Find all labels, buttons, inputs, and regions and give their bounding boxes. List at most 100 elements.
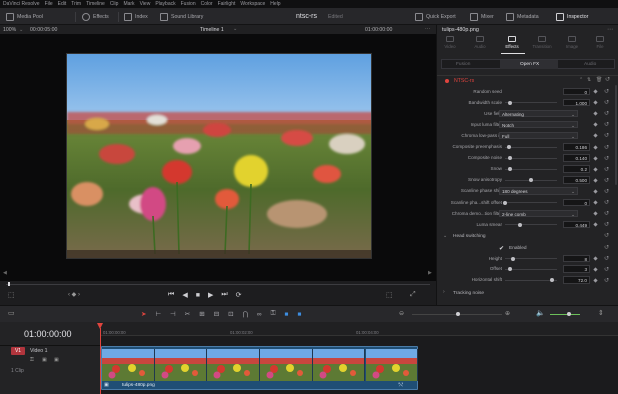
keyframe-icon[interactable]: [593, 144, 598, 150]
scrubber-handle[interactable]: [8, 282, 10, 286]
zoom-in-icon[interactable]: ⊕: [505, 310, 510, 317]
reset-icon[interactable]: ↺: [604, 210, 609, 217]
param-slider[interactable]: [505, 157, 557, 159]
reset-icon[interactable]: ↺: [604, 266, 609, 273]
param-slider-knob[interactable]: [508, 100, 513, 105]
reset-icon[interactable]: ↺: [604, 132, 609, 139]
effect-header[interactable]: NTSC-rs ⌃ ⇅ 🗑 ↺: [437, 75, 618, 85]
param-value-field[interactable]: 0.186: [563, 143, 590, 151]
param-value-field[interactable]: 0: [563, 198, 590, 206]
menu-item[interactable]: DaVinci Resolve: [3, 1, 40, 7]
keyframe-icon[interactable]: [593, 267, 598, 272]
param-dropdown[interactable]: Alternating ⌄: [499, 109, 578, 118]
param-slider-knob[interactable]: [517, 222, 522, 227]
inspector-button[interactable]: Inspector: [556, 11, 588, 22]
audio-meter-icon[interactable]: ⇕: [598, 309, 604, 317]
param-slider-knob[interactable]: [508, 156, 513, 161]
param-slider[interactable]: [505, 102, 557, 104]
delete-icon[interactable]: 🗑: [596, 77, 602, 83]
reset-icon[interactable]: ↺: [604, 155, 609, 162]
reset-icon[interactable]: ↺: [604, 144, 609, 151]
more-options-icon[interactable]: ⋯: [425, 26, 430, 32]
menu-item[interactable]: Edit: [58, 1, 67, 7]
keyframe-icon[interactable]: [593, 100, 598, 105]
left-arrow-icon[interactable]: ◀: [3, 270, 7, 276]
param-slider-knob[interactable]: [529, 178, 533, 183]
keyframe-icon[interactable]: [593, 200, 598, 205]
param-dropdown[interactable]: Notch ⌄: [499, 120, 578, 129]
reorder-icon[interactable]: ⇅: [587, 77, 591, 83]
inspector-scrollbar[interactable]: [615, 85, 617, 185]
param-value-field[interactable]: 0.500: [563, 176, 590, 184]
quick-export-button[interactable]: Quick Export: [415, 11, 456, 22]
reset-icon[interactable]: ↺: [604, 188, 609, 195]
param-slider-knob[interactable]: [503, 200, 507, 205]
reset-icon[interactable]: ↺: [604, 244, 609, 251]
reset-icon[interactable]: ↺: [604, 255, 609, 262]
keyframe-icon[interactable]: [593, 178, 598, 183]
param-slider-knob[interactable]: [508, 167, 513, 172]
param-value-field[interactable]: 0.449: [563, 220, 590, 229]
keyframe-icon[interactable]: [593, 155, 598, 161]
metadata-button[interactable]: Metadata: [506, 11, 539, 22]
keyframe-icon[interactable]: [593, 167, 598, 172]
param-slider[interactable]: [505, 268, 557, 270]
track-lock-icon[interactable]: ⚿: [30, 357, 34, 363]
reset-icon[interactable]: ↺: [604, 121, 609, 128]
tracking-noise-header[interactable]: › Tracking noise: [437, 289, 618, 299]
param-slider[interactable]: [505, 168, 557, 170]
reset-icon[interactable]: ↺: [604, 232, 609, 239]
mixer-button[interactable]: Mixer: [470, 11, 494, 22]
tab-transition[interactable]: Transition: [529, 36, 555, 49]
keyframe-icon[interactable]: [593, 189, 598, 194]
keyframe-icon[interactable]: [593, 133, 598, 139]
crop-icon[interactable]: ⬚: [8, 291, 15, 299]
keyframe-icon[interactable]: [593, 222, 598, 227]
tab-audio[interactable]: Audio: [467, 36, 493, 49]
track-autoselect-icon[interactable]: ▣: [42, 357, 47, 363]
subtab-audio[interactable]: Audio: [584, 62, 596, 67]
param-slider[interactable]: [505, 202, 557, 203]
menu-item[interactable]: Trim: [71, 1, 81, 7]
reset-icon[interactable]: ↺: [604, 110, 609, 117]
media-pool-button[interactable]: Media Pool: [6, 11, 43, 22]
reset-icon[interactable]: ↺: [604, 277, 609, 284]
track-name[interactable]: Video 1: [30, 348, 48, 354]
tab-video[interactable]: Video: [437, 36, 463, 49]
volume-knob[interactable]: [567, 312, 571, 316]
param-slider-knob[interactable]: [549, 278, 554, 283]
keyframe-icon[interactable]: [593, 256, 598, 261]
keyframe-icon[interactable]: [593, 277, 598, 283]
reset-icon[interactable]: ↺: [604, 99, 609, 106]
chevron-up-icon[interactable]: ⌃: [579, 77, 583, 83]
right-arrow-icon[interactable]: ▶: [428, 270, 432, 276]
keyframe-icon[interactable]: [593, 111, 598, 116]
track-id-badge[interactable]: V1: [11, 347, 25, 355]
param-value-field[interactable]: 0.140: [563, 154, 590, 162]
enabled-checkbox[interactable]: ✔: [499, 245, 504, 252]
subtab-fusion[interactable]: Fusion: [456, 62, 470, 67]
reset-icon[interactable]: ↺: [604, 199, 609, 206]
param-value-field[interactable]: 0.2: [563, 165, 590, 173]
param-value-field[interactable]: 1.000: [563, 98, 590, 107]
param-value-field[interactable]: 72.0: [563, 276, 590, 284]
param-slider[interactable]: [505, 224, 557, 226]
reset-icon[interactable]: ↺: [604, 221, 609, 228]
reset-icon[interactable]: ↺: [604, 177, 609, 184]
reset-icon[interactable]: ↺: [605, 76, 610, 83]
param-slider-knob[interactable]: [508, 267, 513, 272]
param-dropdown[interactable]: 2-line comb ⌄: [499, 209, 578, 218]
effect-enable-icon[interactable]: [445, 78, 449, 83]
param-slider[interactable]: [505, 146, 557, 148]
param-value-field[interactable]: 8: [563, 254, 590, 262]
track-visibility-icon[interactable]: ▣: [54, 357, 59, 363]
reset-icon[interactable]: ↺: [604, 88, 609, 95]
menu-item[interactable]: File: [45, 1, 53, 7]
zoom-select[interactable]: 100%: [3, 27, 16, 33]
reset-icon[interactable]: ↺: [604, 166, 609, 173]
head-switching-header[interactable]: ⌄ Head switching ↺: [437, 232, 618, 242]
tab-file[interactable]: File: [587, 36, 613, 49]
param-dropdown[interactable]: Full ⌄: [499, 131, 578, 140]
speaker-icon[interactable]: 🔈: [536, 309, 545, 317]
volume-slider[interactable]: [550, 314, 580, 315]
